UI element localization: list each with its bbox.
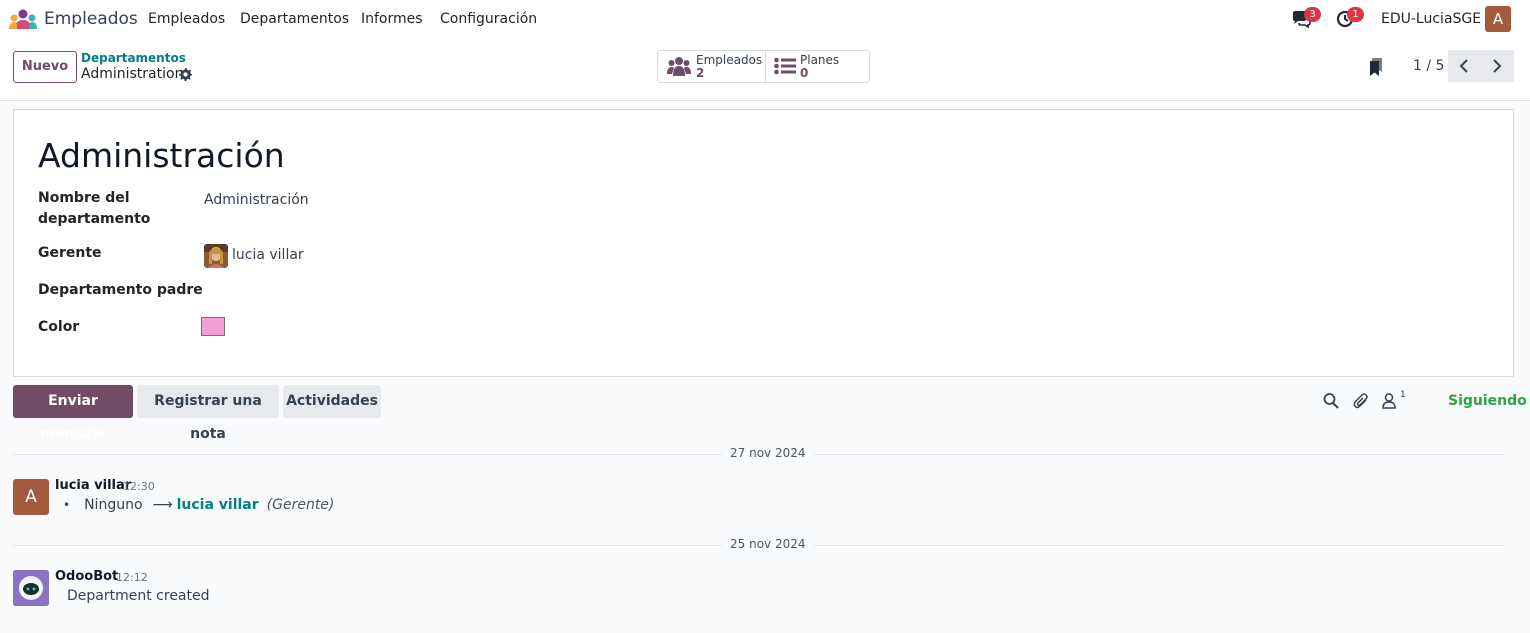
- employees-smart-button[interactable]: Empleados 2: [658, 51, 766, 82]
- name-field-label-line2: departamento: [38, 211, 151, 227]
- messages-badge: 3: [1304, 7, 1321, 22]
- menu-configuracion[interactable]: Configuración: [440, 11, 537, 27]
- message-body: Department created: [67, 588, 210, 604]
- message-author[interactable]: lucia villar: [55, 478, 131, 493]
- followers-count: 1: [1400, 390, 1406, 400]
- employees-smart-count: 2: [696, 66, 705, 80]
- employees-smart-label: Empleados: [696, 53, 763, 67]
- manager-field-value[interactable]: lucia villar: [232, 247, 304, 263]
- send-message-button[interactable]: Enviar mensaje: [13, 385, 133, 442]
- name-field-label: Nombre del departamento: [38, 188, 150, 230]
- parent-field-label: Departamento padre: [38, 282, 203, 298]
- message-author-avatar[interactable]: A: [13, 479, 49, 515]
- list-icon: [774, 57, 796, 75]
- message-time: 12:30: [123, 480, 155, 493]
- activities-button[interactable]: Actividades: [283, 385, 381, 418]
- color-field-label: Color: [38, 319, 80, 335]
- tracking-field-name: (Gerente): [266, 497, 335, 513]
- activities-badge: 1: [1347, 7, 1364, 22]
- smart-buttons: Empleados 2 Planes 0: [657, 50, 870, 83]
- plans-smart-button[interactable]: Planes 0: [766, 51, 869, 82]
- color-swatch[interactable]: [201, 317, 225, 336]
- new-button[interactable]: Nuevo: [13, 51, 77, 83]
- breadcrumb-departamentos[interactable]: Departamentos: [81, 51, 186, 65]
- message-time: 12:12: [116, 571, 148, 584]
- bullet-icon: •: [63, 498, 71, 512]
- user-avatar[interactable]: A: [1485, 6, 1511, 32]
- pager-next-button[interactable]: [1481, 50, 1514, 82]
- tracking-change: • Ninguno ⟶ lucia villar (Gerente): [63, 497, 334, 513]
- manager-avatar: [204, 244, 228, 268]
- arrow-right-icon: ⟶: [152, 497, 173, 513]
- pager-previous-button[interactable]: [1448, 50, 1481, 82]
- users-icon: [667, 57, 691, 76]
- followers-icon[interactable]: [1382, 392, 1398, 409]
- search-icon[interactable]: [1323, 392, 1339, 409]
- app-title[interactable]: Empleados: [44, 9, 138, 29]
- plans-smart-count: 0: [800, 66, 809, 80]
- chevron-right-icon: [1493, 59, 1502, 73]
- bookmark-icon[interactable]: [1369, 58, 1383, 76]
- employees-app-icon[interactable]: [9, 9, 37, 29]
- log-note-button[interactable]: Registrar una nota: [137, 385, 279, 442]
- tracking-new-value: lucia villar: [176, 497, 259, 513]
- department-title[interactable]: Administración: [38, 136, 285, 175]
- plans-smart-label: Planes: [800, 53, 840, 67]
- company-switcher[interactable]: EDU-LuciaSGE: [1381, 11, 1481, 27]
- breadcrumb-current: Administration: [81, 66, 184, 82]
- date-separator: 25 nov 2024: [722, 537, 814, 551]
- name-field-label-line1: Nombre del: [38, 190, 130, 206]
- paperclip-icon[interactable]: [1353, 392, 1369, 409]
- odoobot-avatar[interactable]: [13, 570, 49, 606]
- menu-departamentos[interactable]: Departamentos: [240, 11, 349, 27]
- name-field-value[interactable]: Administración: [204, 192, 309, 208]
- message-author[interactable]: OdooBot: [55, 569, 118, 584]
- control-panel: Nuevo Departamentos Administration Emple…: [0, 38, 1530, 101]
- pager-value[interactable]: 1 / 5: [1413, 58, 1444, 74]
- gear-icon[interactable]: [179, 68, 192, 81]
- manager-field-label: Gerente: [38, 245, 102, 261]
- menu-empleados[interactable]: Empleados: [148, 11, 225, 27]
- date-separator: 27 nov 2024: [722, 446, 814, 460]
- chevron-left-icon: [1459, 59, 1468, 73]
- form-sheet: Administración Nombre del departamento A…: [13, 109, 1514, 377]
- tracking-old-value: Ninguno: [84, 497, 143, 513]
- top-navbar: Empleados Empleados Departamentos Inform…: [0, 0, 1530, 38]
- menu-informes[interactable]: Informes: [361, 11, 423, 27]
- following-button[interactable]: Siguiendo: [1448, 393, 1527, 409]
